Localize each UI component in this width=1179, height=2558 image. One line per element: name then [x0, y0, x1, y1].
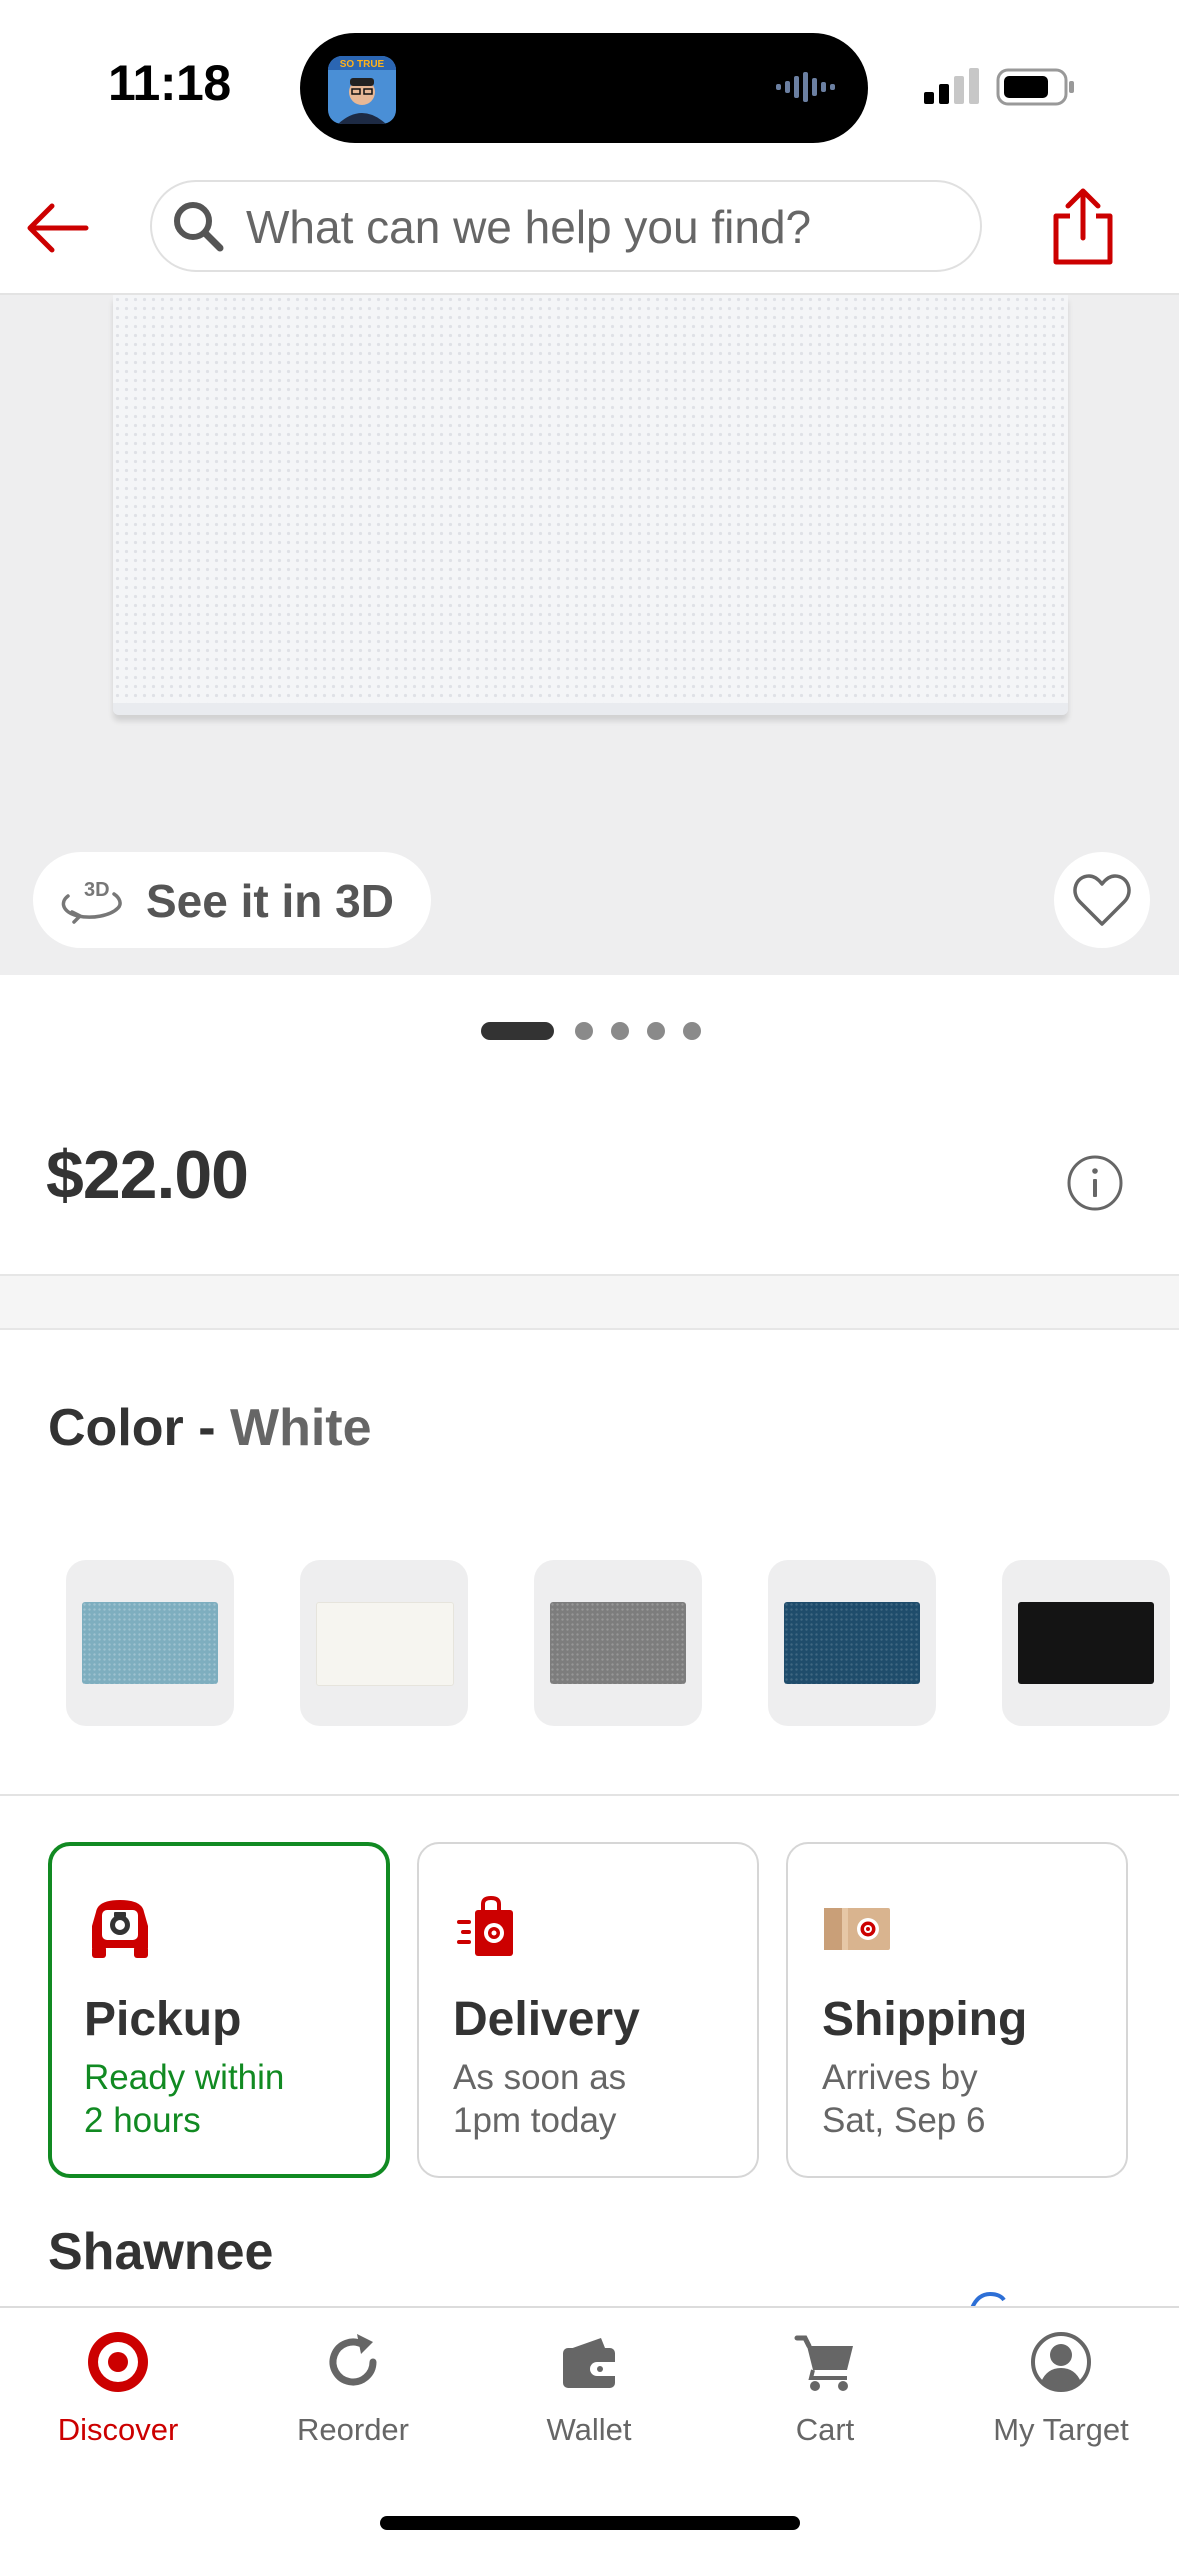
product-price: $22.00 [46, 1137, 249, 1213]
product-image-mat-edge [113, 703, 1068, 715]
delivery-line-2: 1pm today [453, 2101, 617, 2140]
color-heading: Color - White [48, 1398, 372, 1458]
carousel-dot[interactable] [647, 1022, 665, 1040]
color-swatch-white[interactable] [300, 1560, 468, 1726]
audio-waveform-icon [776, 70, 840, 104]
tab-discover-label: Discover [57, 2412, 179, 2447]
shipping-line-2: Sat, Sep 6 [822, 2101, 986, 2140]
share-icon [1053, 188, 1113, 265]
see-in-3d-label[interactable]: See it in 3D [146, 874, 394, 928]
carousel-dot-active[interactable] [481, 1022, 554, 1040]
back-arrow-icon [27, 203, 89, 253]
wallet-icon [557, 2330, 621, 2394]
delivery-line-1: As soon as [453, 2058, 627, 2097]
color-swatch-light-blue[interactable] [66, 1560, 234, 1726]
account-icon [1029, 2330, 1093, 2394]
store-name: Shawnee [48, 2223, 274, 2281]
shipping-title: Shipping [822, 1993, 1028, 2046]
heart-icon [1072, 872, 1132, 928]
shipping-line-1: Arrives by [822, 2058, 978, 2097]
shipping-subtitle: Arrives by Sat, Sep 6 [822, 2056, 1112, 2142]
change-store-link-partial[interactable] [968, 2288, 1008, 2308]
delivery-subtitle: As soon as 1pm today [453, 2056, 743, 2142]
tab-reorder[interactable]: Reorder [235, 2320, 471, 2460]
cellular-signal-icon [924, 68, 980, 104]
pickup-car-icon [84, 1892, 156, 1964]
delivery-bag-icon [453, 1892, 525, 1964]
carousel-dot[interactable] [683, 1022, 701, 1040]
share-button[interactable] [1048, 186, 1118, 268]
color-swatch-navy[interactable] [768, 1560, 936, 1726]
tab-cart[interactable]: Cart [707, 2320, 943, 2460]
color-swatch-gray[interactable] [534, 1560, 702, 1726]
search-icon [168, 196, 228, 256]
pickup-line-2: 2 hours [84, 2101, 201, 2140]
tab-cart-label: Cart [795, 2412, 855, 2447]
svg-text:3D: 3D [84, 879, 110, 901]
back-button[interactable] [22, 190, 98, 266]
delivery-title: Delivery [453, 1993, 640, 2046]
color-separator: - [183, 1399, 230, 1457]
tab-wallet[interactable]: Wallet [471, 2320, 707, 2460]
tab-discover[interactable]: Discover [0, 2320, 236, 2460]
carousel-dot[interactable] [575, 1022, 593, 1040]
cart-icon [793, 2330, 857, 2394]
carousel-dot[interactable] [611, 1022, 629, 1040]
search-placeholder[interactable]: What can we help you find? [246, 200, 811, 254]
color-label: Color [48, 1399, 184, 1457]
home-indicator[interactable] [380, 2516, 800, 2530]
swatch-fill [784, 1602, 920, 1684]
product-image-bath-mat [113, 295, 1068, 715]
rotate-3d-icon: 3D [58, 872, 124, 928]
price-info-icon[interactable] [1066, 1154, 1124, 1212]
color-selected-value: White [229, 1399, 372, 1457]
delivery-option-card[interactable]: Delivery As soon as 1pm today [417, 1842, 759, 2178]
tab-wallet-label: Wallet [546, 2412, 632, 2447]
now-playing-app-icon[interactable]: SO TRUE [328, 56, 396, 124]
pickup-subtitle: Ready within 2 hours [84, 2056, 374, 2142]
app-badge-text: SO TRUE [340, 59, 385, 70]
tab-my-target-label: My Target [993, 2412, 1129, 2447]
section-divider [0, 1794, 1179, 1796]
target-bullseye-icon [86, 2330, 150, 2394]
pickup-line-1: Ready within [84, 2058, 285, 2097]
status-time: 11:18 [108, 55, 231, 111]
tab-reorder-label: Reorder [297, 2412, 409, 2447]
shipping-box-icon [822, 1892, 894, 1964]
swatch-fill [550, 1602, 686, 1684]
swatch-fill [82, 1602, 218, 1684]
color-swatch-black[interactable] [1002, 1560, 1170, 1726]
reorder-refresh-icon [321, 2330, 385, 2394]
shipping-option-card[interactable]: Shipping Arrives by Sat, Sep 6 [786, 1842, 1128, 2178]
swatch-fill [1018, 1602, 1154, 1684]
section-divider [0, 1274, 1179, 1330]
battery-icon [996, 68, 1076, 106]
tab-my-target[interactable]: My Target [943, 2320, 1179, 2460]
pickup-title: Pickup [84, 1993, 242, 2046]
pickup-option-card[interactable]: Pickup Ready within 2 hours [48, 1842, 390, 2178]
swatch-fill [316, 1602, 454, 1686]
